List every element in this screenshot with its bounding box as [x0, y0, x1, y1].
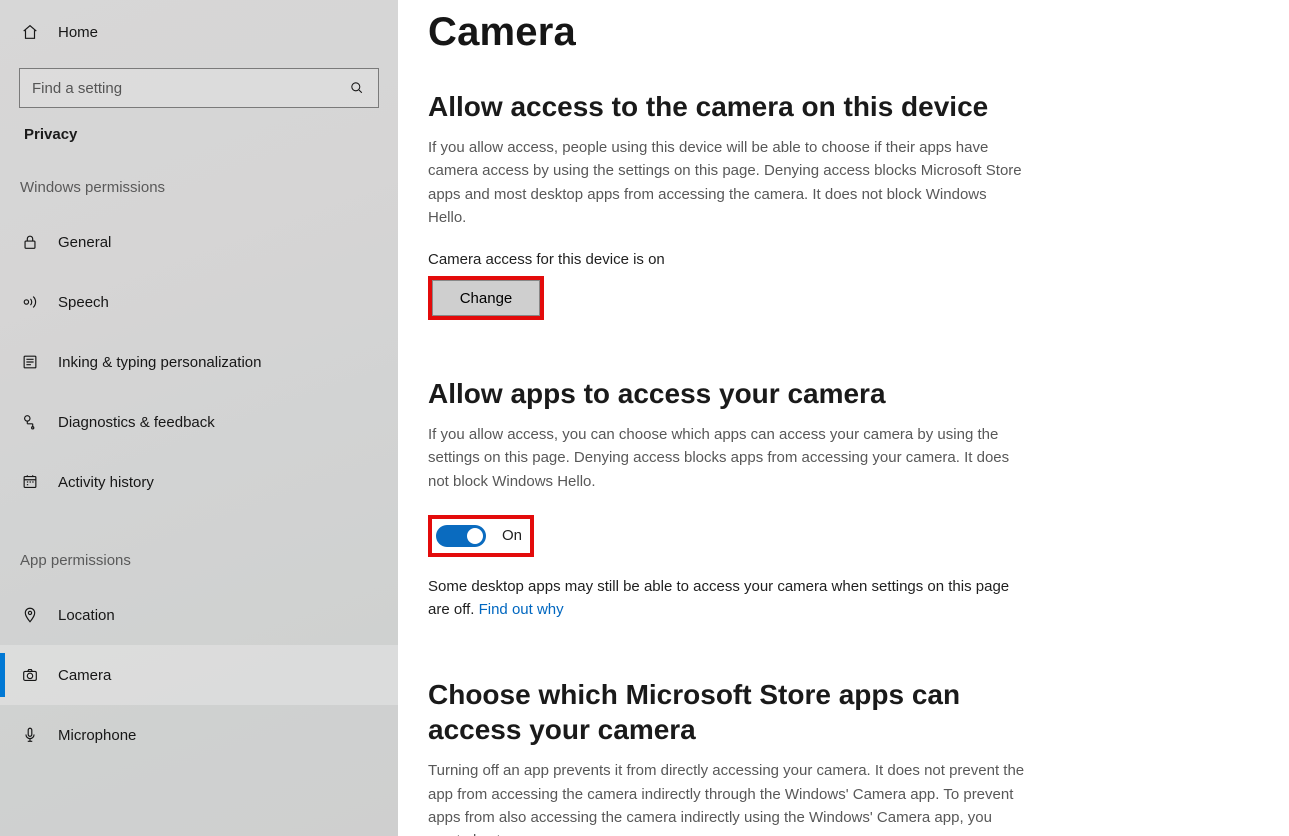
search-icon [348, 79, 366, 97]
sidebar: Home Privacy Windows permissions General… [0, 0, 398, 836]
sidebar-item-camera[interactable]: Camera [0, 645, 398, 705]
allow-apps-toggle[interactable] [436, 525, 486, 547]
section-allow-device-title: Allow access to the camera on this devic… [428, 89, 1028, 124]
section-allow-apps-title: Allow apps to access your camera [428, 376, 1028, 411]
sidebar-item-label: General [58, 234, 111, 251]
desktop-apps-note: Some desktop apps may still be able to a… [428, 575, 1028, 622]
sidebar-item-speech[interactable]: Speech [0, 272, 398, 332]
toggle-knob [467, 528, 483, 544]
location-icon [20, 605, 40, 625]
section-choose-apps-title: Choose which Microsoft Store apps can ac… [428, 677, 1028, 747]
sidebar-item-activity[interactable]: Activity history [0, 452, 398, 512]
sidebar-item-microphone[interactable]: Microphone [0, 705, 398, 765]
change-button[interactable]: Change [432, 280, 540, 316]
sidebar-item-diagnostics[interactable]: Diagnostics & feedback [0, 392, 398, 452]
group-app-permissions: App permissions [0, 552, 398, 569]
home-label: Home [58, 24, 98, 41]
page-title: Camera [428, 10, 1028, 55]
lock-icon [20, 232, 40, 252]
sidebar-item-general[interactable]: General [0, 212, 398, 272]
activity-icon [20, 472, 40, 492]
sidebar-item-label: Location [58, 607, 115, 624]
camera-access-status: Camera access for this device is on [428, 251, 1028, 268]
diagnostics-icon [20, 412, 40, 432]
search-input[interactable] [32, 80, 348, 97]
find-out-why-link[interactable]: Find out why [479, 601, 564, 618]
sidebar-item-label: Speech [58, 294, 109, 311]
group-windows-permissions: Windows permissions [0, 179, 398, 196]
section-allow-device-desc: If you allow access, people using this d… [428, 136, 1028, 229]
search-container [0, 68, 398, 108]
microphone-icon [20, 725, 40, 745]
speech-icon [20, 292, 40, 312]
sidebar-item-label: Diagnostics & feedback [58, 414, 215, 431]
sidebar-item-label: Camera [58, 667, 111, 684]
sidebar-item-home[interactable]: Home [0, 12, 398, 52]
camera-icon [20, 665, 40, 685]
sidebar-item-location[interactable]: Location [0, 585, 398, 645]
inking-icon [20, 352, 40, 372]
sidebar-item-label: Microphone [58, 727, 136, 744]
sidebar-item-label: Inking & typing personalization [58, 354, 261, 371]
change-highlight: Change [428, 276, 544, 320]
sidebar-item-inking[interactable]: Inking & typing personalization [0, 332, 398, 392]
home-icon [20, 22, 40, 42]
section-choose-apps-desc: Turning off an app prevents it from dire… [428, 759, 1028, 836]
category-title: Privacy [0, 126, 398, 143]
search-box[interactable] [19, 68, 379, 108]
content-pane: Camera Allow access to the camera on thi… [398, 0, 1289, 836]
section-allow-apps-desc: If you allow access, you can choose whic… [428, 423, 1028, 493]
toggle-state-label: On [502, 527, 522, 544]
toggle-highlight: On [428, 515, 534, 557]
sidebar-item-label: Activity history [58, 474, 154, 491]
